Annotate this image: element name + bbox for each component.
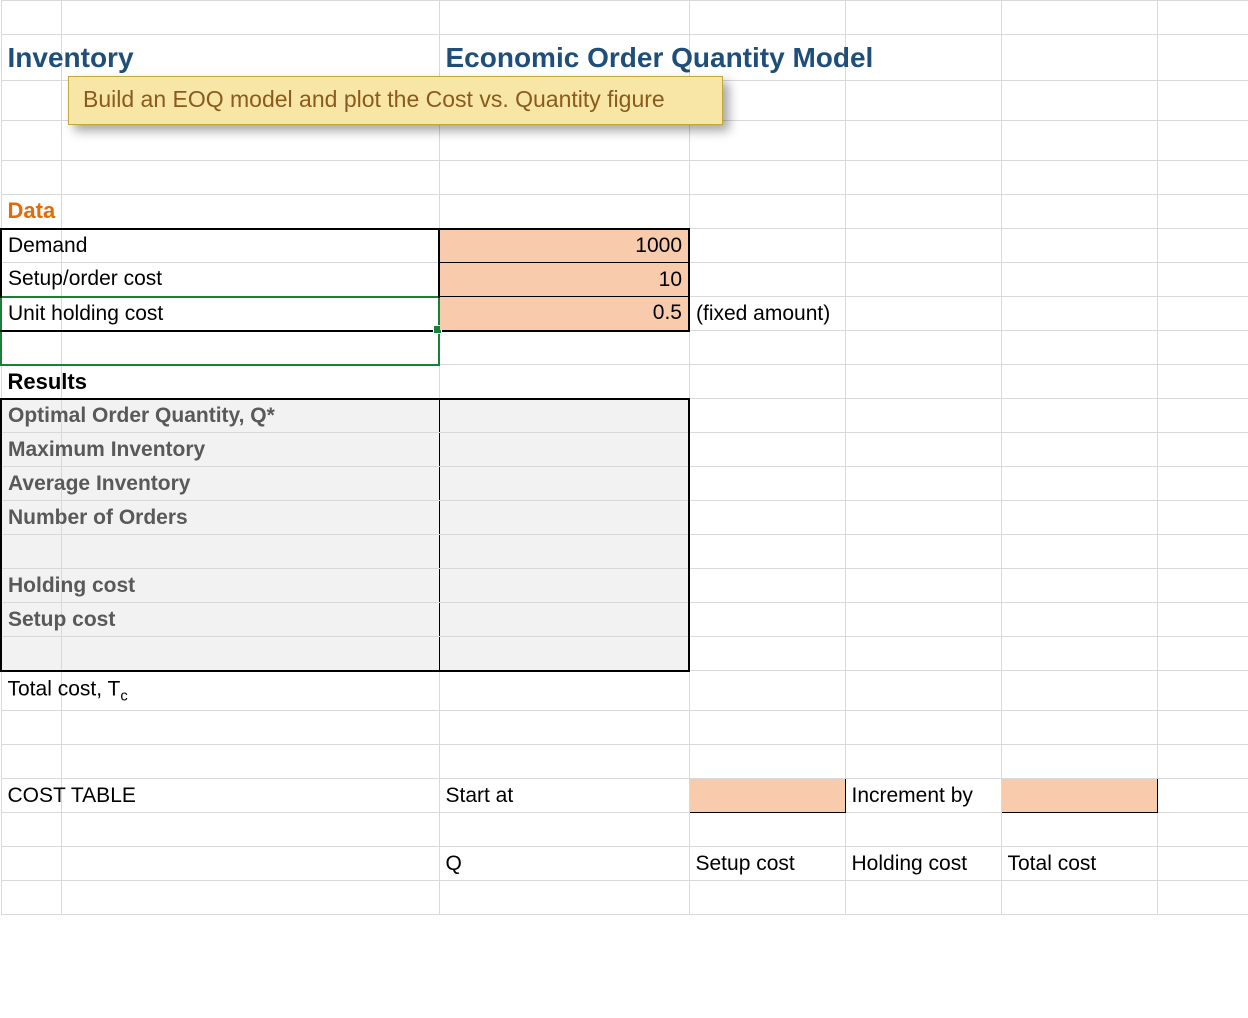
cell-holding-cost-value[interactable]: 0.5 <box>439 297 689 331</box>
cell-blank2[interactable] <box>439 637 689 671</box>
label-total-cost: Total cost, Tc <box>8 677 128 704</box>
section-data: Data <box>8 198 56 224</box>
label-setup-cost-res: Setup cost <box>8 608 115 632</box>
cell-num-orders-value[interactable] <box>439 501 689 535</box>
label-max-inventory: Maximum Inventory <box>8 438 205 462</box>
label-increment-by: Increment by <box>852 784 973 808</box>
label-avg-inventory: Average Inventory <box>8 472 190 496</box>
title-eoq: Economic Order Quantity Model <box>446 42 874 74</box>
title-inventory: Inventory <box>8 42 134 74</box>
section-cost-table: COST TABLE <box>8 784 136 808</box>
label-fixed-amount: (fixed amount) <box>696 302 830 326</box>
cell-max-inventory-value[interactable] <box>439 433 689 467</box>
cell-q-star-value[interactable] <box>439 399 689 433</box>
spreadsheet-grid[interactable]: Inventory Economic Order Quantity Model … <box>0 0 1248 915</box>
cell-setup-cost-res-value[interactable] <box>439 603 689 637</box>
header-setup-cost: Setup cost <box>689 847 845 881</box>
label-start-at: Start at <box>439 779 689 813</box>
label-num-orders: Number of Orders <box>8 506 188 530</box>
section-results: Results <box>8 369 87 395</box>
label-q-star: Optimal Order Quantity, Q* <box>8 404 275 428</box>
label-demand: Demand <box>8 234 87 258</box>
label-holding-cost: Unit holding cost <box>8 302 163 326</box>
cell-blank1[interactable] <box>439 535 689 569</box>
sticky-note[interactable]: Build an EOQ model and plot the Cost vs.… <box>68 76 723 125</box>
label-holding-cost-res: Holding cost <box>8 574 135 598</box>
header-total-cost: Total cost <box>1008 852 1097 876</box>
cell-avg-inventory-value[interactable] <box>439 467 689 501</box>
cell-setup-cost-value[interactable]: 10 <box>439 263 689 297</box>
cell-increment-by-value[interactable] <box>1001 779 1157 813</box>
cell-holding-cost-res-value[interactable] <box>439 569 689 603</box>
label-setup-cost: Setup/order cost <box>8 267 162 291</box>
cell-start-at-value[interactable] <box>689 779 845 813</box>
cell-demand-value[interactable]: 1000 <box>439 229 689 263</box>
header-holding-cost: Holding cost <box>852 852 968 876</box>
header-q: Q <box>439 847 689 881</box>
